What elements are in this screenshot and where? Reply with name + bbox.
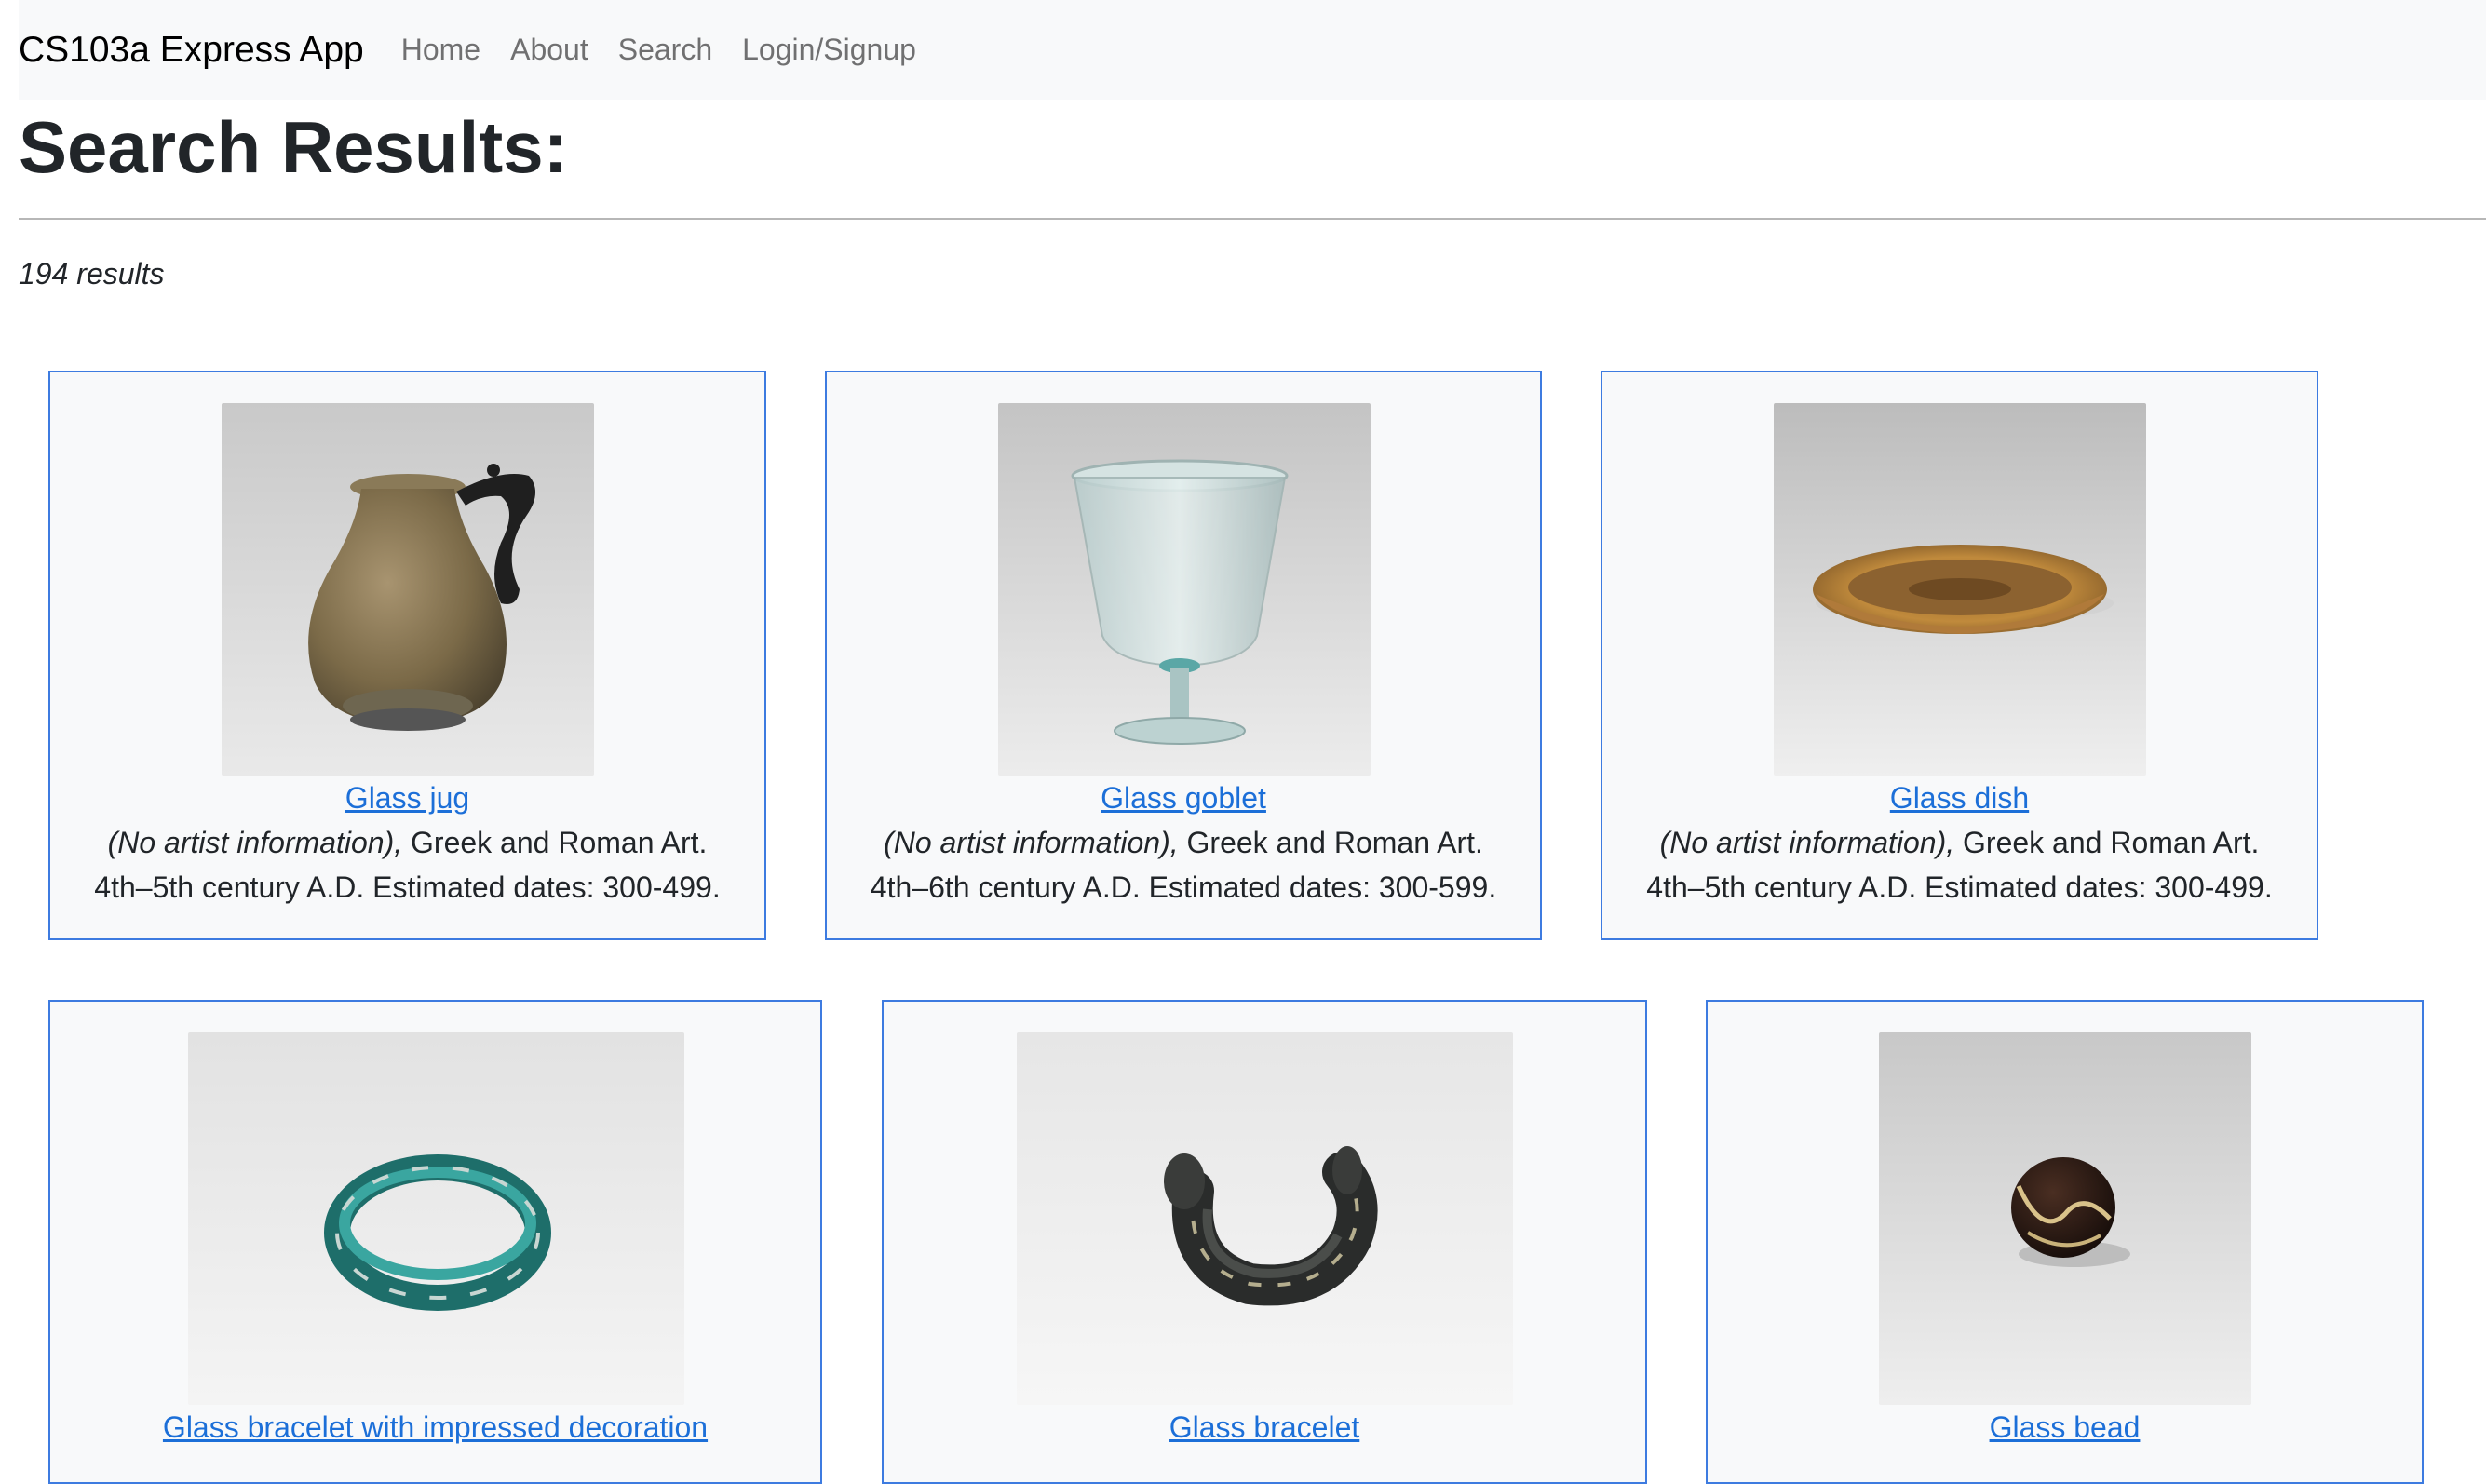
result-dates: 4th–5th century A.D. Estimated dates: 30… <box>94 870 721 904</box>
result-dates: 4th–5th century A.D. Estimated dates: 30… <box>1646 870 2273 904</box>
result-title-link[interactable]: Glass jug <box>50 776 764 820</box>
result-title-link[interactable]: Glass goblet <box>827 776 1540 820</box>
glass-bead-photo <box>1879 1032 2251 1405</box>
brand-link[interactable]: CS103a Express App <box>19 30 364 71</box>
result-title-link[interactable]: Glass bracelet <box>884 1405 1645 1450</box>
glass-goblet-photo <box>998 403 1371 776</box>
page-title: Search Results: <box>19 106 568 188</box>
result-card: Glass goblet (No artist information), Gr… <box>825 371 1542 940</box>
glass-bracelet-teal-photo <box>188 1032 684 1405</box>
result-dates: 4th–6th century A.D. Estimated dates: 30… <box>870 870 1497 904</box>
result-title-link[interactable]: Glass dish <box>1602 776 2317 820</box>
nav-link-login-signup[interactable]: Login/Signup <box>742 33 916 67</box>
result-department: Greek and Roman Art. <box>1954 826 2260 859</box>
navbar: CS103a Express App Home About Search Log… <box>19 0 2486 100</box>
glass-bracelet-dark-photo <box>1017 1032 1513 1405</box>
glass-dish-photo <box>1774 403 2146 776</box>
nav-link-search[interactable]: Search <box>618 33 712 67</box>
result-artist: (No artist information), <box>884 826 1179 859</box>
result-artist: (No artist information), <box>107 826 403 859</box>
result-artist-department: (No artist information), Greek and Roman… <box>827 820 1540 865</box>
result-card: Glass bracelet with impressed decoration <box>48 1000 822 1484</box>
result-count: 194 results <box>19 257 165 290</box>
nav-link-home[interactable]: Home <box>401 33 480 67</box>
result-department: Greek and Roman Art. <box>1178 826 1483 859</box>
result-card: Glass bracelet <box>882 1000 1647 1484</box>
result-artist-department: (No artist information), Greek and Roman… <box>1602 820 2317 865</box>
result-card: Glass jug (No artist information), Greek… <box>48 371 766 940</box>
result-title-link[interactable]: Glass bead <box>1708 1405 2422 1450</box>
result-card: Glass dish (No artist information), Gree… <box>1601 371 2318 940</box>
glass-jug-photo <box>222 403 594 776</box>
result-card: Glass bead <box>1706 1000 2424 1484</box>
result-department: Greek and Roman Art. <box>402 826 708 859</box>
result-title-link[interactable]: Glass bracelet with impressed decoration <box>50 1405 820 1450</box>
nav-link-about[interactable]: About <box>510 33 588 67</box>
divider <box>19 218 2486 220</box>
result-artist-department: (No artist information), Greek and Roman… <box>50 820 764 865</box>
result-artist: (No artist information), <box>1659 826 1955 859</box>
